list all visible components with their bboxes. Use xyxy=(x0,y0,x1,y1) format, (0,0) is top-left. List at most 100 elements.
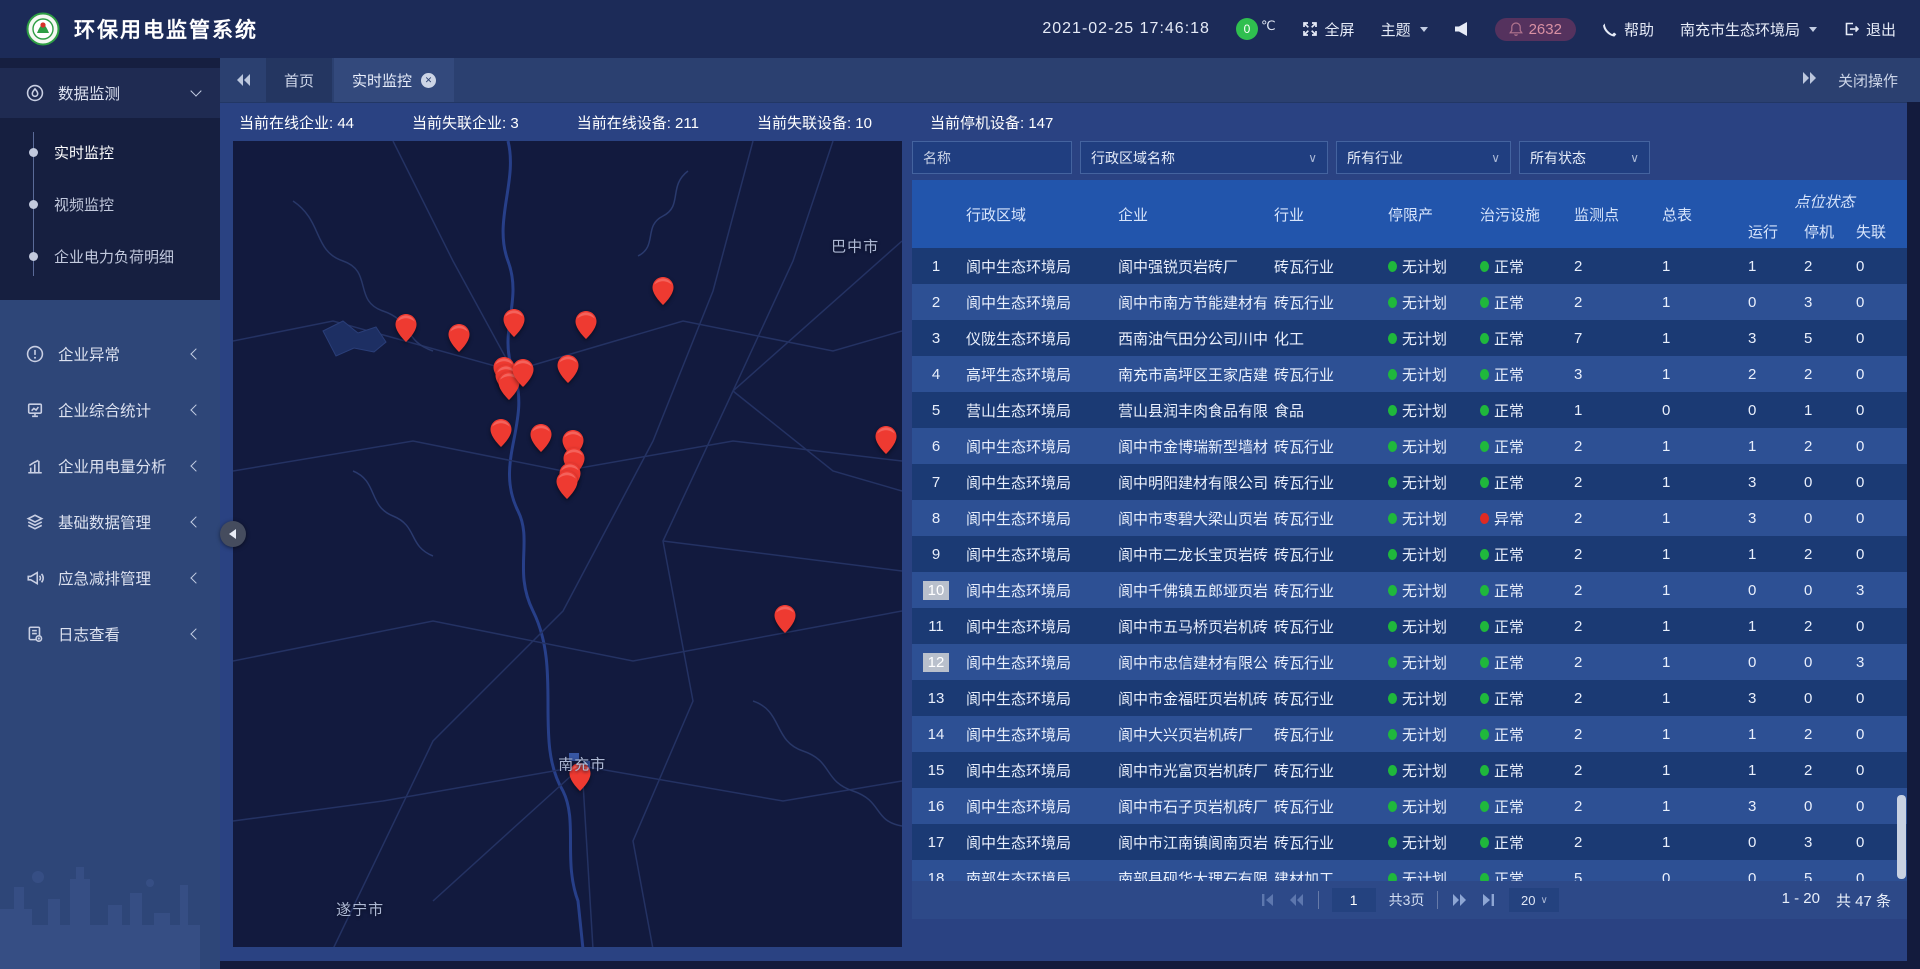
status-dot-icon xyxy=(1480,405,1489,416)
map-pin[interactable] xyxy=(449,324,470,357)
sidebar-item-6[interactable]: 日志查看 xyxy=(0,606,220,662)
map[interactable]: 巴中市南充市遂宁市 xyxy=(233,141,902,947)
map-pin[interactable] xyxy=(557,355,578,388)
cell-stop: 2 xyxy=(1798,546,1850,563)
theme-menu[interactable]: 主题 xyxy=(1381,19,1428,40)
table-row[interactable]: 18南部生态环境局南部县砚华大理石有限公建材加工无计划正常50050 xyxy=(912,860,1907,881)
cell-stop: 1 xyxy=(1798,402,1850,419)
table-scrollbar[interactable] xyxy=(1897,795,1906,879)
fullscreen-button[interactable]: 全屏 xyxy=(1302,19,1355,40)
sidebar-item-5[interactable]: 应急减排管理 xyxy=(0,550,220,606)
tabs: 首页实时监控✕ xyxy=(266,58,456,102)
tab-label: 首页 xyxy=(284,70,314,91)
map-pin[interactable] xyxy=(490,419,511,452)
cell-index: 10 xyxy=(912,581,960,600)
cell-index: 6 xyxy=(912,437,960,456)
map-pin[interactable] xyxy=(774,605,795,638)
org-menu[interactable]: 南充市生态环境局 xyxy=(1680,19,1817,40)
bullet-icon xyxy=(29,200,38,209)
table-row[interactable]: 15阆中生态环境局阆中市光富页岩机砖厂砖瓦行业无计划正常21120 xyxy=(912,752,1907,788)
sidebar-item-1[interactable]: 企业异常 xyxy=(0,326,220,382)
cell-company: 阆中市金博瑞新型墙材 xyxy=(1112,436,1268,457)
table-row[interactable]: 6阆中生态环境局阆中市金博瑞新型墙材砖瓦行业无计划正常21120 xyxy=(912,428,1907,464)
sidebar-subitem[interactable]: 视频监控 xyxy=(0,178,220,230)
tabs-scroll-left-button[interactable] xyxy=(220,58,266,102)
map-pin[interactable] xyxy=(530,424,551,457)
page-number-input[interactable] xyxy=(1332,888,1376,912)
content-row: 巴中市南充市遂宁市 行政区域名称∨ xyxy=(233,141,1907,961)
sidebar-item-label: 数据监测 xyxy=(58,82,120,104)
map-pin[interactable] xyxy=(395,314,416,347)
stat-item: 当前失联企业: 3 xyxy=(412,112,519,133)
status-dot-icon xyxy=(1480,585,1489,596)
chevron-left-icon xyxy=(190,348,201,359)
page-size-select[interactable]: 20 ∨ xyxy=(1509,888,1559,912)
map-pin[interactable] xyxy=(513,359,534,392)
tabbar: 首页实时监控✕ 关闭操作 xyxy=(220,58,1920,102)
close-operations-button[interactable]: 关闭操作 xyxy=(1838,70,1898,91)
status-dot-icon xyxy=(1480,801,1489,812)
table-row[interactable]: 12阆中生态环境局阆中市忠信建材有限公砖瓦行业无计划正常21003 xyxy=(912,644,1907,680)
help-button[interactable]: 帮助 xyxy=(1602,19,1654,40)
table-row[interactable]: 9阆中生态环境局阆中市二龙长宝页岩砖砖瓦行业无计划正常21120 xyxy=(912,536,1907,572)
cell-region: 阆中生态环境局 xyxy=(960,472,1112,493)
table-row[interactable]: 14阆中生态环境局阆中大兴页岩机砖厂砖瓦行业无计划正常21120 xyxy=(912,716,1907,752)
table-row[interactable]: 5营山生态环境局营山县润丰肉食品有限食品无计划正常10010 xyxy=(912,392,1907,428)
status-select[interactable]: 所有状态∨ xyxy=(1519,141,1650,174)
logout-button[interactable]: 退出 xyxy=(1843,19,1896,40)
map-city-label: 南充市 xyxy=(558,754,606,775)
map-pin[interactable] xyxy=(503,309,524,342)
cell-region: 阆中生态环境局 xyxy=(960,724,1112,745)
status-dot-icon xyxy=(1480,657,1489,668)
tabs-scroll-right-button[interactable] xyxy=(1801,71,1818,89)
table-row[interactable]: 17阆中生态环境局阆中市江南镇阆南页岩砖瓦行业无计划正常21030 xyxy=(912,824,1907,860)
map-pin[interactable] xyxy=(576,311,597,344)
sidebar-item-4[interactable]: 基础数据管理 xyxy=(0,494,220,550)
table-row[interactable]: 13阆中生态环境局阆中市金福旺页岩机砖砖瓦行业无计划正常21300 xyxy=(912,680,1907,716)
sidebar-subitem[interactable]: 实时监控 xyxy=(0,126,220,178)
table-row[interactable]: 1阆中生态环境局阆中强锐页岩砖厂砖瓦行业无计划正常21120 xyxy=(912,248,1907,284)
cell-run: 0 xyxy=(1742,834,1798,851)
map-pin[interactable] xyxy=(556,471,577,504)
cell-index: 11 xyxy=(912,617,960,636)
next-page-button[interactable] xyxy=(1451,893,1468,907)
region-select[interactable]: 行政区域名称∨ xyxy=(1080,141,1328,174)
tab-首页[interactable]: 首页 xyxy=(266,58,332,102)
cell-facility: 正常 xyxy=(1474,688,1568,709)
cell-lost: 3 xyxy=(1850,654,1907,671)
cell-points: 2 xyxy=(1568,798,1656,815)
cell-region: 阆中生态环境局 xyxy=(960,616,1112,637)
table-row[interactable]: 3仪陇生态环境局西南油气田分公司川中化工无计划正常71350 xyxy=(912,320,1907,356)
table-row[interactable]: 7阆中生态环境局阆中明阳建材有限公司砖瓦行业无计划正常21300 xyxy=(912,464,1907,500)
sidebar-collapse-button[interactable] xyxy=(220,521,246,547)
sidebar-subitem[interactable]: 企业电力负荷明细 xyxy=(0,230,220,282)
close-icon[interactable]: ✕ xyxy=(421,73,436,88)
industry-select[interactable]: 所有行业∨ xyxy=(1336,141,1511,174)
divider xyxy=(1318,891,1319,909)
cell-stop: 0 xyxy=(1798,690,1850,707)
cell-limit: 无计划 xyxy=(1382,832,1474,853)
notifications-badge[interactable]: 2632 xyxy=(1495,18,1576,41)
table-row[interactable]: 10阆中生态环境局阆中千佛镇五郎垭页岩砖瓦行业无计划正常21003 xyxy=(912,572,1907,608)
sound-toggle[interactable] xyxy=(1454,21,1469,37)
cell-company: 阆中市忠信建材有限公 xyxy=(1112,652,1268,673)
sidebar-item-3[interactable]: 企业用电量分析 xyxy=(0,438,220,494)
map-pin[interactable] xyxy=(653,277,674,310)
sidebar-item-2[interactable]: 企业综合统计 xyxy=(0,382,220,438)
last-page-button[interactable] xyxy=(1481,893,1496,907)
sidebar-item-0[interactable]: 数据监测 xyxy=(0,68,220,118)
table-row[interactable]: 8阆中生态环境局阆中市枣碧大梁山页岩砖瓦行业无计划异常21300 xyxy=(912,500,1907,536)
name-filter-input[interactable] xyxy=(912,141,1072,174)
cell-company: 阆中市金福旺页岩机砖 xyxy=(1112,688,1268,709)
cell-lost: 0 xyxy=(1850,690,1907,707)
table-row[interactable]: 2阆中生态环境局阆中市南方节能建材有砖瓦行业无计划正常21030 xyxy=(912,284,1907,320)
tab-实时监控[interactable]: 实时监控✕ xyxy=(334,58,454,102)
table-row[interactable]: 16阆中生态环境局阆中市石子页岩机砖厂砖瓦行业无计划正常21300 xyxy=(912,788,1907,824)
first-page-button[interactable] xyxy=(1260,893,1275,907)
map-city-label: 遂宁市 xyxy=(336,899,384,920)
status-dot-icon xyxy=(1480,549,1489,560)
table-row[interactable]: 11阆中生态环境局阆中市五马桥页岩机砖砖瓦行业无计划正常21120 xyxy=(912,608,1907,644)
map-pin[interactable] xyxy=(875,426,896,459)
prev-page-button[interactable] xyxy=(1288,893,1305,907)
table-row[interactable]: 4高坪生态环境局南充市高坪区王家店建砖瓦行业无计划正常31220 xyxy=(912,356,1907,392)
